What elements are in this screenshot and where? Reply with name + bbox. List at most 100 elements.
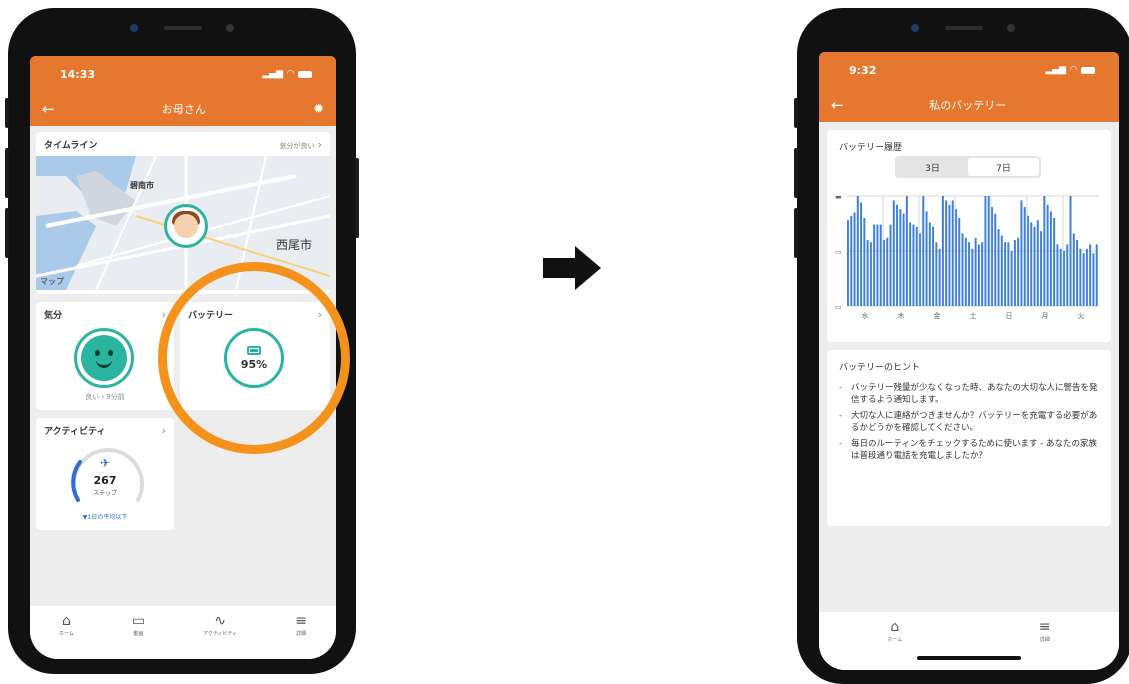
battery-status-icon (298, 70, 312, 78)
status-time: 9:32 (849, 63, 877, 77)
segment-7-days[interactable]: 7日 (968, 158, 1039, 176)
battery-bar (932, 226, 935, 306)
timeline-header: タイムライン 気分が良い › (36, 132, 330, 157)
x-tick-label: 土 (970, 311, 977, 320)
battery-bar (1092, 253, 1095, 306)
app-bar-title: 私のバッテリー (929, 99, 1007, 112)
battery-status-icon (1081, 66, 1095, 74)
battery-bar (1059, 248, 1062, 306)
battery-bar (892, 200, 895, 306)
battery-bar (951, 200, 954, 306)
battery-bar (964, 237, 967, 306)
battery-bar (922, 196, 925, 306)
battery-history-chart: ▭ ▭ ▬ 水 木 金 土 日 月 火 (835, 193, 1099, 320)
sensor-icon (226, 24, 234, 32)
sensor-icon (1007, 24, 1015, 32)
battery-bar (938, 248, 941, 306)
video-camera-icon: ▭ (131, 613, 146, 629)
settings-gear-icon[interactable]: ✹ (313, 102, 324, 117)
hint-item: 毎日のルーティンをチェックするために使います - あなたの家族は普段通り電話を充… (839, 438, 1101, 462)
battery-history-card: バッテリー履歴 3日 7日 ▭ ▭ ▬ 水 木 金 土 日 月 火 (827, 130, 1111, 342)
battery-bar (968, 242, 971, 306)
tab-activity-label: アクティビティ (203, 631, 238, 637)
tab-video[interactable]: ▭ 動画 (132, 614, 145, 637)
tab-home[interactable]: ⌂ ホーム (59, 614, 74, 637)
battery-bar (958, 218, 961, 306)
battery-bar (974, 237, 977, 306)
hints-title: バッテリーのヒント (839, 363, 921, 373)
activity-title: アクティビティ (44, 427, 106, 437)
bottom-tab-bar: ⌂ ホーム ▭ 動画 ∿ アクティビティ ≡ 詳細 (30, 606, 336, 659)
battery-bar (876, 224, 879, 306)
volume-up-button (5, 148, 9, 198)
tab-home-label: ホーム (59, 631, 74, 637)
battery-bar (853, 212, 856, 306)
chevron-right-icon[interactable]: › (318, 138, 322, 151)
volume-down-button (5, 208, 9, 258)
tab-home-label: ホーム (887, 637, 903, 643)
tab-details[interactable]: ≡ 詳細 (1039, 620, 1051, 643)
segment-3-days[interactable]: 3日 (897, 158, 968, 176)
avatar-face (174, 214, 198, 238)
battery-bar (1079, 248, 1082, 306)
volume-up-button (794, 148, 798, 198)
battery-bar (915, 226, 918, 306)
battery-bar (1023, 207, 1026, 306)
battery-bar (873, 224, 876, 306)
hints-list: バッテリー残量が少なくなった時、あなたの大切な人に警告を発信するよう通知します。… (839, 382, 1101, 466)
status-bar: 14:33 ▂▄▆ ◠ (30, 56, 336, 92)
activity-card[interactable]: アクティビティ › ✈ 267 ステップ ▼1日の平均以下 (36, 418, 174, 530)
camera-icon (911, 24, 919, 32)
battery-bar (856, 196, 859, 306)
battery-bar (1076, 240, 1079, 306)
battery-bar (948, 204, 951, 306)
x-tick-label: 金 (934, 311, 941, 320)
battery-bar (847, 220, 849, 306)
mood-card[interactable]: 気分 › 良い・9分前 (36, 302, 174, 410)
battery-bar (863, 218, 866, 306)
camera-icon (130, 24, 138, 32)
timeline-status-link[interactable]: 気分が良い (279, 142, 314, 150)
battery-bar (1085, 248, 1088, 306)
menu-icon: ≡ (295, 613, 307, 629)
menu-icon: ≡ (1038, 619, 1051, 635)
battery-bar (928, 222, 931, 306)
map-attribution: マップ (40, 277, 64, 286)
family-member-avatar[interactable] (164, 204, 208, 248)
right-arrow-icon (543, 246, 601, 290)
battery-hints-card: バッテリーのヒント バッテリー残量が少なくなった時、あなたの大切な人に警告を発信… (827, 350, 1111, 526)
tab-home[interactable]: ⌂ ホーム (887, 620, 902, 643)
right-phone-frame: 9:32 ▂▄▆ ◠ ← 私のバッテリー バッテリー履歴 3日 7日 ▭ ▭ ▬… (794, 8, 1129, 684)
tab-details-label: 詳細 (1039, 637, 1050, 643)
battery-bar (1072, 233, 1075, 306)
battery-bar (1036, 220, 1039, 306)
back-arrow-icon[interactable]: ← (831, 96, 844, 114)
battery-bar (994, 213, 997, 306)
tab-details[interactable]: ≡ 詳細 (295, 614, 307, 637)
tab-activity[interactable]: ∿ アクティビティ (203, 614, 237, 637)
chevron-right-icon[interactable]: › (162, 424, 166, 437)
notch (889, 8, 1039, 44)
status-time: 14:33 (60, 67, 96, 81)
signal-icon: ▂▄▆ (1045, 65, 1067, 75)
battery-bar (981, 242, 984, 306)
battery-bar (1030, 222, 1033, 306)
runner-icon: ✈ (99, 456, 111, 470)
battery-bar (961, 233, 964, 306)
battery-bar (1066, 244, 1069, 306)
battery-bar (909, 222, 912, 306)
home-icon: ⌂ (61, 613, 71, 629)
hint-item: 大切な人に連絡がつきませんか？バッテリーを充電する必要があるかどうかを確認してく… (839, 410, 1101, 434)
mute-switch (794, 98, 798, 128)
range-segmented-control: 3日 7日 (895, 156, 1041, 178)
face-eye-left (95, 350, 100, 356)
battery-bar (896, 204, 899, 306)
mute-switch (5, 98, 9, 128)
y-tick-label: ▭ (835, 248, 842, 256)
battery-bar (971, 248, 974, 306)
status-icons: ▂▄▆ ◠ (1045, 65, 1095, 75)
map-label-hekinan: 碧南市 (130, 181, 154, 190)
back-arrow-icon[interactable]: ← (42, 100, 55, 118)
home-indicator (917, 656, 1021, 660)
battery-bar (1049, 211, 1052, 306)
